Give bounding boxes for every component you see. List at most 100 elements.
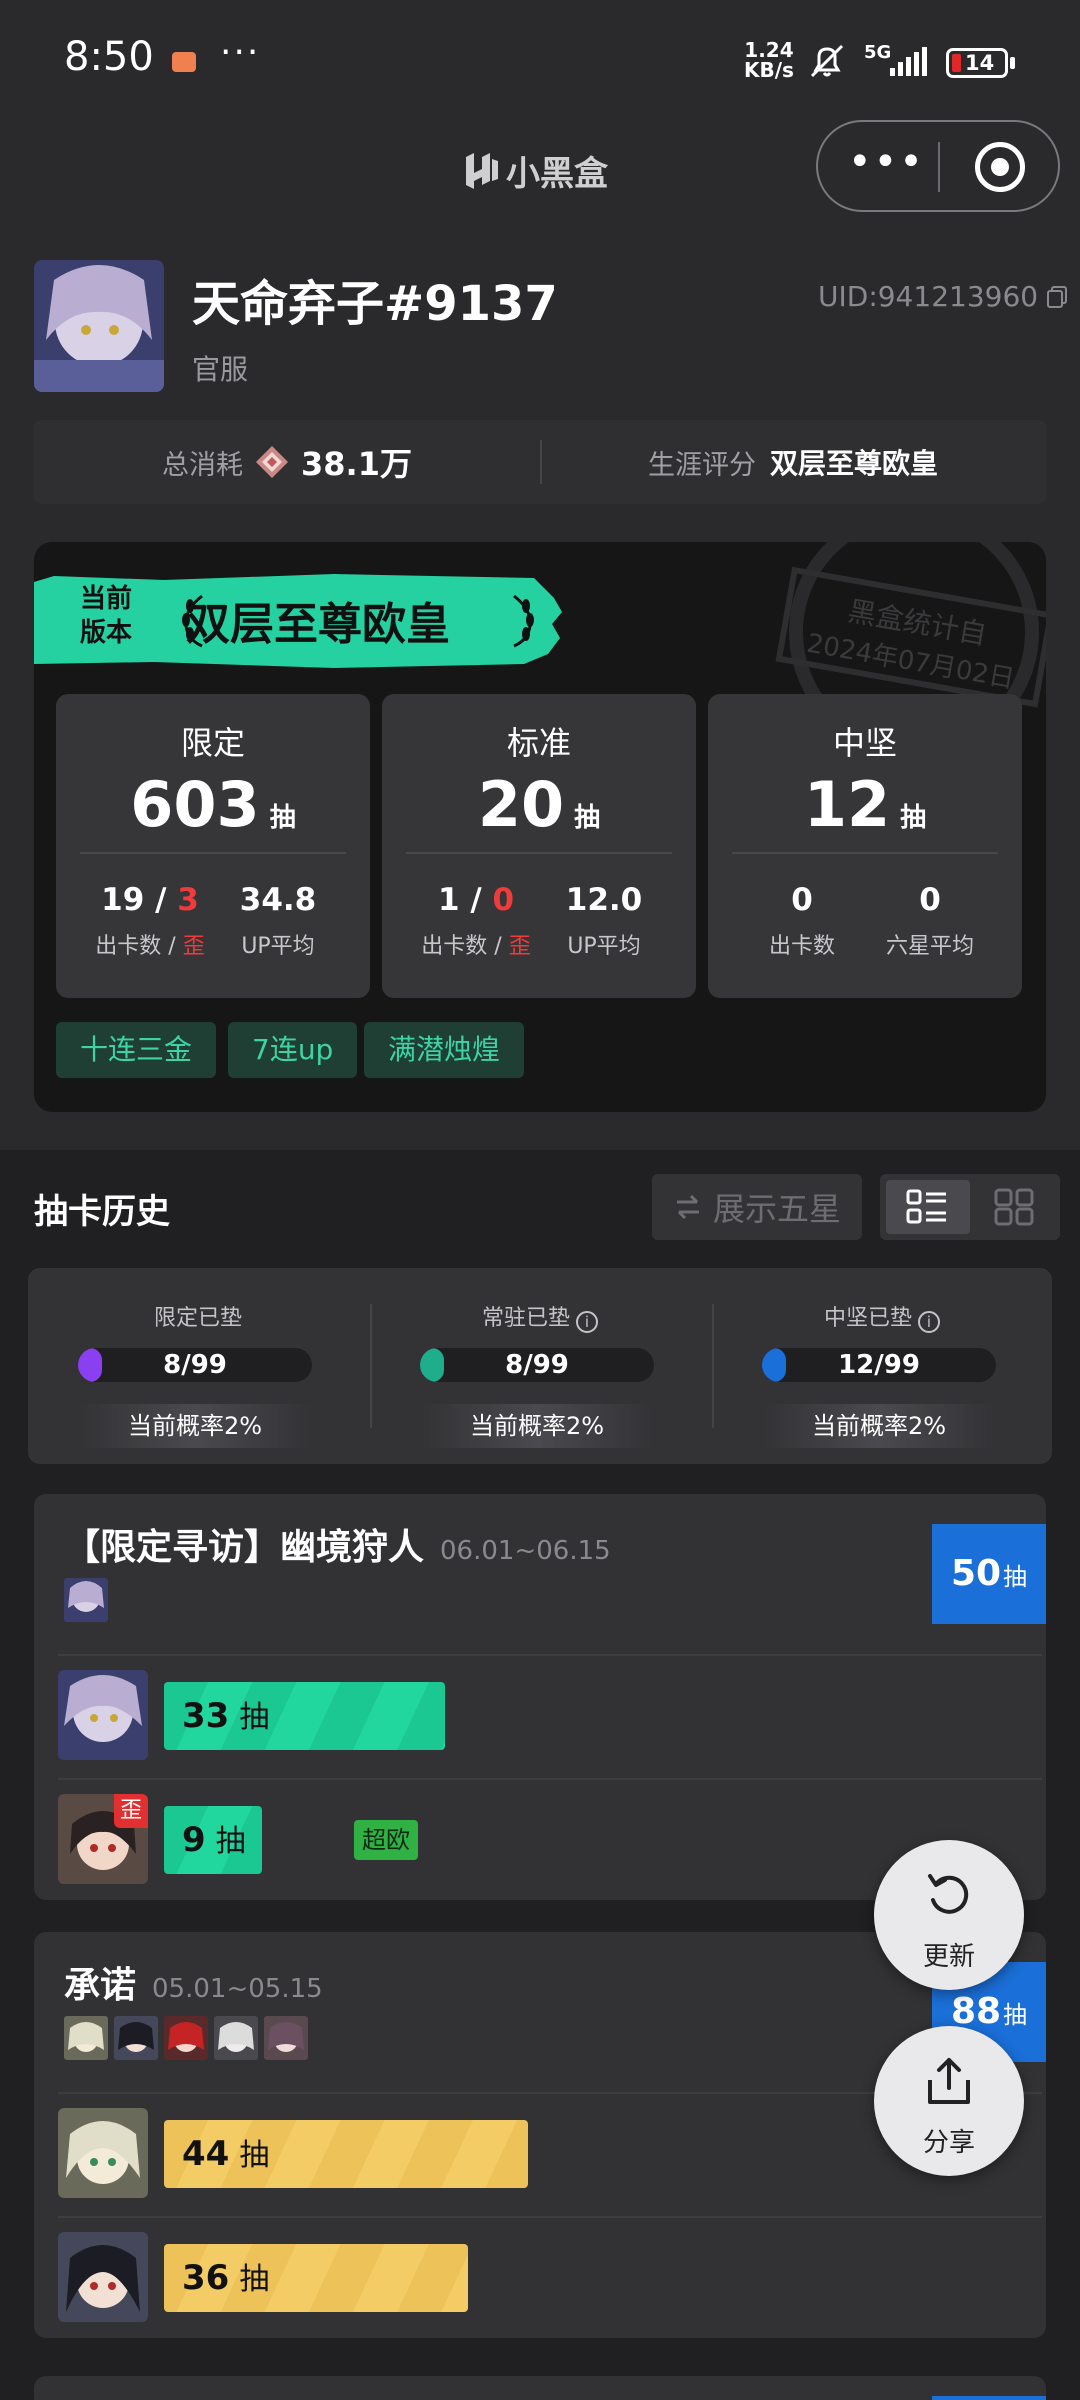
stat-title: 限定 xyxy=(180,724,245,762)
pity-label: 限定已垫 xyxy=(153,1306,242,1331)
stat-standard: 标准 20 抽 1 / 0 出卡数 / 歪 12.0 UP平均 xyxy=(382,694,696,998)
pity-label-row: 常驻已垫 i xyxy=(370,1300,710,1333)
share-button[interactable]: 分享 xyxy=(874,2026,1024,2176)
share-icon xyxy=(928,2058,970,2104)
off-banner-label: 歪 xyxy=(508,934,531,959)
battery-percent: 14 xyxy=(965,51,995,75)
row-divider xyxy=(58,2216,1042,2218)
pull-operator-avatar xyxy=(58,1670,148,1760)
banner-total-pulls xyxy=(932,2396,1046,2400)
stat-title: 标准 xyxy=(506,724,571,762)
user-avatar[interactable] xyxy=(34,260,164,392)
pity-value: 8/99 xyxy=(163,1350,227,1380)
laurel-right-icon xyxy=(513,594,534,648)
ribbon-version: 版本 xyxy=(80,618,133,648)
pull-count: 33 抽 xyxy=(182,1682,269,1750)
network-speed: 1.24 KB/s xyxy=(744,40,794,80)
banner-total-pulls: 50抽 xyxy=(932,1524,1046,1624)
history-title: 抽卡历史 xyxy=(34,1192,170,1232)
grid-view-button[interactable] xyxy=(972,1180,1056,1234)
stat-cards-out: 1 / 0 出卡数 / 歪 xyxy=(406,882,546,960)
pity-panel: 限定已垫 8/99 当前概率2% 常驻已垫 i 8/99 当前概率2% 中坚已垫 i… xyxy=(28,1268,1052,1464)
pull-count: 36 抽 xyxy=(182,2244,269,2312)
six-star-average-value: 0 xyxy=(919,882,941,918)
pull-count-unit: 抽 xyxy=(239,2138,270,2173)
stat-count-value: 603 xyxy=(130,768,260,841)
slash: / xyxy=(459,882,493,918)
operator-portrait xyxy=(264,2016,308,2060)
cards-out-value: 19 xyxy=(101,882,145,918)
total-cost: 总消耗 38.1万 xyxy=(34,420,540,504)
banner-card-next[interactable] xyxy=(34,2376,1046,2400)
stat-limited: 限定 603 抽 19 / 3 出卡数 / 歪 34.8 UP平均 xyxy=(56,694,370,998)
list-view-button[interactable] xyxy=(886,1180,970,1234)
operator-mini-avatar xyxy=(64,1578,108,1622)
operator-portrait xyxy=(214,2016,258,2060)
stat-cards-out: 19 / 3 出卡数 / 歪 xyxy=(80,882,220,960)
banner-title: 承诺 05.01~05.15 xyxy=(64,1956,323,2008)
cards-out-label: 出卡数 / xyxy=(421,934,509,959)
pull-count-unit: 抽 xyxy=(239,2262,270,2297)
career-rating-value: 双层至尊欧皇 xyxy=(769,447,938,480)
up-average-label: UP平均 xyxy=(241,934,315,959)
stat-count: 603 抽 xyxy=(56,768,370,841)
pity-rate: 当前概率2% xyxy=(764,1404,994,1448)
operator-portrait xyxy=(64,2016,108,2060)
pull-count-value: 9 xyxy=(182,1820,206,1860)
pity-standard: 常驻已垫 i 8/99 当前概率2% xyxy=(370,1268,710,1464)
app-title-text: 小黑盒 xyxy=(506,154,608,194)
banner-name: 承诺 xyxy=(64,1965,137,2006)
stat-count-value: 20 xyxy=(477,768,565,841)
stat-cards-out: 0 出卡数 xyxy=(732,882,872,960)
summary-bar: 总消耗 38.1万 生涯评分 双层至尊欧皇 xyxy=(34,420,1046,504)
battery-icon: 14 xyxy=(946,48,1008,78)
pull-operator-avatar: 歪 xyxy=(58,1794,148,1884)
banner-total-unit: 抽 xyxy=(1003,1563,1028,1591)
pull-count-bar: 44 抽 xyxy=(164,2120,528,2188)
cards-out-label: 出卡数 xyxy=(768,934,835,959)
pull-count-bar: 36 抽 xyxy=(164,2244,468,2312)
pity-limited: 限定已垫 8/99 当前概率2% xyxy=(28,1268,368,1464)
info-icon[interactable]: i xyxy=(576,1311,598,1333)
pull-operator-avatar xyxy=(58,2232,148,2322)
banner-date: 06.01~06.15 xyxy=(440,1536,611,1566)
stat-count-value: 12 xyxy=(803,768,891,841)
row-divider xyxy=(58,1778,1042,1780)
uid-text: UID:941213960 xyxy=(818,280,1039,313)
uid[interactable]: UID:941213960 xyxy=(818,280,1068,313)
operator-mini-avatar xyxy=(164,2016,208,2060)
refresh-button[interactable]: 更新 xyxy=(874,1840,1024,1990)
total-cost-value: 38.1万 xyxy=(301,445,412,483)
operator-portrait xyxy=(58,2232,148,2322)
pull-count-unit: 抽 xyxy=(215,1824,246,1859)
copy-icon[interactable] xyxy=(1046,285,1068,309)
off-banner-value: 0 xyxy=(492,882,515,918)
operator-portrait xyxy=(58,1670,148,1760)
speed-unit: KB/s xyxy=(744,58,794,82)
cards-out-label: 出卡数 / xyxy=(95,934,183,959)
operator-portrait xyxy=(58,2108,148,2198)
banner-title: 【限定寻访】幽境狩人 06.01~06.15 xyxy=(64,1518,611,1570)
stat-count: 12 抽 xyxy=(708,768,1022,841)
stat-six-star-average: 0 六星平均 xyxy=(860,882,1000,960)
banner-card[interactable]: 【限定寻访】幽境狩人 06.01~06.15 50抽 33 抽 歪 9抽 超欧 xyxy=(34,1494,1046,1900)
avatar-image xyxy=(34,260,164,392)
speed-value: 1.24 xyxy=(744,38,794,62)
pity-value: 8/99 xyxy=(505,1350,569,1380)
career-rating: 生涯评分 双层至尊欧皇 xyxy=(540,420,1046,504)
pull-operator-avatar xyxy=(58,2108,148,2198)
miniprogram-capsule: ••• xyxy=(816,120,1060,212)
info-icon[interactable]: i xyxy=(918,1311,940,1333)
more-menu-icon[interactable]: ••• xyxy=(848,142,925,182)
heybox-logo-icon xyxy=(466,152,498,189)
pull-count-bar: 33 抽 xyxy=(164,1682,445,1750)
pull-count-value: 36 xyxy=(182,2258,230,2298)
banner-total-unit: 抽 xyxy=(1003,2001,1028,2029)
refresh-icon xyxy=(928,1874,969,1914)
close-miniprogram-icon[interactable] xyxy=(975,142,1025,192)
grid-view-icon xyxy=(994,1188,1034,1226)
more-notifications-icon: ··· xyxy=(220,32,261,73)
pity-label: 常驻已垫 xyxy=(481,1306,570,1331)
capsule-divider xyxy=(938,142,940,192)
show-five-star-button[interactable]: 展示五星 xyxy=(652,1174,862,1240)
